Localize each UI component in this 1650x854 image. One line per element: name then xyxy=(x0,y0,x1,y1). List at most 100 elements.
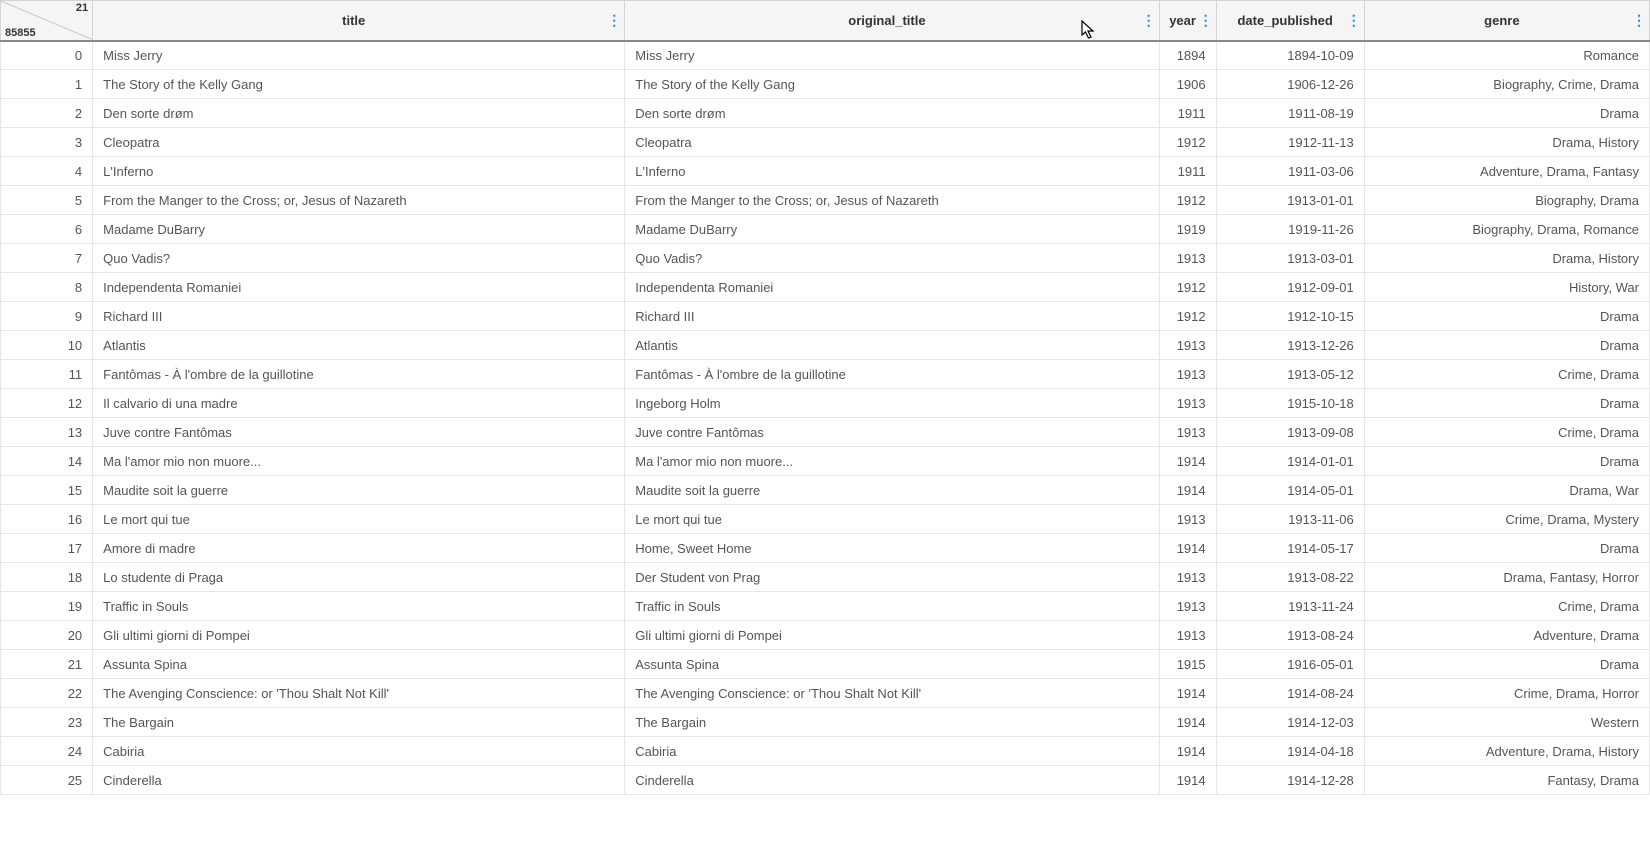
cell-original_title[interactable]: L'Inferno xyxy=(625,157,1159,186)
row-index-header[interactable]: 11 xyxy=(1,360,93,389)
cell-date_published[interactable]: 1912-11-13 xyxy=(1216,128,1364,157)
cell-genre[interactable]: Drama, War xyxy=(1364,476,1649,505)
row-index-header[interactable]: 21 xyxy=(1,650,93,679)
row-index-header[interactable]: 22 xyxy=(1,679,93,708)
cell-original_title[interactable]: Den sorte drøm xyxy=(625,99,1159,128)
cell-genre[interactable]: Drama xyxy=(1364,389,1649,418)
row-index-header[interactable]: 1 xyxy=(1,70,93,99)
cell-title[interactable]: Cleopatra xyxy=(93,128,625,157)
cell-title[interactable]: L'Inferno xyxy=(93,157,625,186)
cell-genre[interactable]: Fantasy, Drama xyxy=(1364,766,1649,795)
cell-title[interactable]: From the Manger to the Cross; or, Jesus … xyxy=(93,186,625,215)
column-header-date_published[interactable]: date_published⋮ xyxy=(1216,1,1364,41)
row-index-header[interactable]: 6 xyxy=(1,215,93,244)
cell-date_published[interactable]: 1915-10-18 xyxy=(1216,389,1364,418)
cell-genre[interactable]: Crime, Drama xyxy=(1364,418,1649,447)
cell-title[interactable]: Gli ultimi giorni di Pompei xyxy=(93,621,625,650)
cell-title[interactable]: Maudite soit la guerre xyxy=(93,476,625,505)
cell-year[interactable]: 1913 xyxy=(1159,418,1216,447)
table-row[interactable]: 9Richard IIIRichard III19121912-10-15Dra… xyxy=(1,302,1650,331)
table-row[interactable]: 16Le mort qui tueLe mort qui tue19131913… xyxy=(1,505,1650,534)
table-row[interactable]: 20Gli ultimi giorni di PompeiGli ultimi … xyxy=(1,621,1650,650)
column-menu-icon[interactable]: ⋮ xyxy=(1142,13,1156,27)
cell-title[interactable]: Fantômas - À l'ombre de la guillotine xyxy=(93,360,625,389)
cell-title[interactable]: Juve contre Fantômas xyxy=(93,418,625,447)
table-row[interactable]: 2Den sorte drømDen sorte drøm19111911-08… xyxy=(1,99,1650,128)
column-menu-icon[interactable]: ⋮ xyxy=(1347,13,1361,27)
cell-year[interactable]: 1914 xyxy=(1159,766,1216,795)
table-row[interactable]: 3CleopatraCleopatra19121912-11-13Drama, … xyxy=(1,128,1650,157)
table-row[interactable]: 13Juve contre FantômasJuve contre Fantôm… xyxy=(1,418,1650,447)
cell-title[interactable]: Traffic in Souls xyxy=(93,592,625,621)
row-index-header[interactable]: 18 xyxy=(1,563,93,592)
cell-title[interactable]: Assunta Spina xyxy=(93,650,625,679)
cell-date_published[interactable]: 1913-11-06 xyxy=(1216,505,1364,534)
cell-date_published[interactable]: 1906-12-26 xyxy=(1216,70,1364,99)
cell-year[interactable]: 1915 xyxy=(1159,650,1216,679)
cell-title[interactable]: The Avenging Conscience: or 'Thou Shalt … xyxy=(93,679,625,708)
cell-year[interactable]: 1912 xyxy=(1159,186,1216,215)
cell-original_title[interactable]: Gli ultimi giorni di Pompei xyxy=(625,621,1159,650)
column-menu-icon[interactable]: ⋮ xyxy=(1199,13,1213,27)
cell-genre[interactable]: Adventure, Drama, History xyxy=(1364,737,1649,766)
row-index-header[interactable]: 23 xyxy=(1,708,93,737)
cell-original_title[interactable]: Quo Vadis? xyxy=(625,244,1159,273)
cell-genre[interactable]: Biography, Drama, Romance xyxy=(1364,215,1649,244)
row-index-header[interactable]: 9 xyxy=(1,302,93,331)
data-grid[interactable]: 21 85855 title⋮original_title⋮year⋮date_… xyxy=(0,0,1650,795)
column-header-title[interactable]: title⋮ xyxy=(93,1,625,41)
row-index-header[interactable]: 10 xyxy=(1,331,93,360)
cell-title[interactable]: Cinderella xyxy=(93,766,625,795)
cell-title[interactable]: Lo studente di Praga xyxy=(93,563,625,592)
cell-date_published[interactable]: 1914-08-24 xyxy=(1216,679,1364,708)
table-row[interactable]: 15Maudite soit la guerreMaudite soit la … xyxy=(1,476,1650,505)
cell-genre[interactable]: Drama xyxy=(1364,302,1649,331)
cell-date_published[interactable]: 1894-10-09 xyxy=(1216,41,1364,70)
table-row[interactable]: 17Amore di madreHome, Sweet Home19141914… xyxy=(1,534,1650,563)
cell-genre[interactable]: Drama xyxy=(1364,99,1649,128)
row-index-header[interactable]: 7 xyxy=(1,244,93,273)
cell-original_title[interactable]: Miss Jerry xyxy=(625,41,1159,70)
cell-title[interactable]: Richard III xyxy=(93,302,625,331)
cell-year[interactable]: 1914 xyxy=(1159,679,1216,708)
row-index-header[interactable]: 13 xyxy=(1,418,93,447)
cell-genre[interactable]: Crime, Drama, Mystery xyxy=(1364,505,1649,534)
cell-year[interactable]: 1913 xyxy=(1159,505,1216,534)
cell-original_title[interactable]: Traffic in Souls xyxy=(625,592,1159,621)
cell-date_published[interactable]: 1914-04-18 xyxy=(1216,737,1364,766)
cell-original_title[interactable]: Home, Sweet Home xyxy=(625,534,1159,563)
cell-title[interactable]: Il calvario di una madre xyxy=(93,389,625,418)
cell-date_published[interactable]: 1914-05-17 xyxy=(1216,534,1364,563)
cell-date_published[interactable]: 1919-11-26 xyxy=(1216,215,1364,244)
column-header-genre[interactable]: genre⋮ xyxy=(1364,1,1649,41)
table-row[interactable]: 24CabiriaCabiria19141914-04-18Adventure,… xyxy=(1,737,1650,766)
cell-year[interactable]: 1913 xyxy=(1159,244,1216,273)
cell-genre[interactable]: Drama, Fantasy, Horror xyxy=(1364,563,1649,592)
corner-cell[interactable]: 21 85855 xyxy=(1,1,93,41)
row-index-header[interactable]: 2 xyxy=(1,99,93,128)
table-row[interactable]: 11Fantômas - À l'ombre de la guillotineF… xyxy=(1,360,1650,389)
column-header-original_title[interactable]: original_title⋮ xyxy=(625,1,1159,41)
cell-date_published[interactable]: 1913-01-01 xyxy=(1216,186,1364,215)
cell-date_published[interactable]: 1913-12-26 xyxy=(1216,331,1364,360)
cell-date_published[interactable]: 1914-01-01 xyxy=(1216,447,1364,476)
cell-genre[interactable]: Drama xyxy=(1364,331,1649,360)
cell-year[interactable]: 1913 xyxy=(1159,389,1216,418)
cell-original_title[interactable]: From the Manger to the Cross; or, Jesus … xyxy=(625,186,1159,215)
cell-title[interactable]: The Bargain xyxy=(93,708,625,737)
row-index-header[interactable]: 24 xyxy=(1,737,93,766)
table-row[interactable]: 21Assunta SpinaAssunta Spina19151916-05-… xyxy=(1,650,1650,679)
cell-year[interactable]: 1914 xyxy=(1159,534,1216,563)
row-index-header[interactable]: 0 xyxy=(1,41,93,70)
cell-date_published[interactable]: 1913-05-12 xyxy=(1216,360,1364,389)
cell-date_published[interactable]: 1914-12-28 xyxy=(1216,766,1364,795)
cell-original_title[interactable]: Richard III xyxy=(625,302,1159,331)
cell-original_title[interactable]: Le mort qui tue xyxy=(625,505,1159,534)
cell-title[interactable]: Cabiria xyxy=(93,737,625,766)
cell-year[interactable]: 1919 xyxy=(1159,215,1216,244)
row-index-header[interactable]: 5 xyxy=(1,186,93,215)
cell-year[interactable]: 1912 xyxy=(1159,128,1216,157)
cell-original_title[interactable]: Cinderella xyxy=(625,766,1159,795)
cell-title[interactable]: Den sorte drøm xyxy=(93,99,625,128)
cell-original_title[interactable]: Independenta Romaniei xyxy=(625,273,1159,302)
